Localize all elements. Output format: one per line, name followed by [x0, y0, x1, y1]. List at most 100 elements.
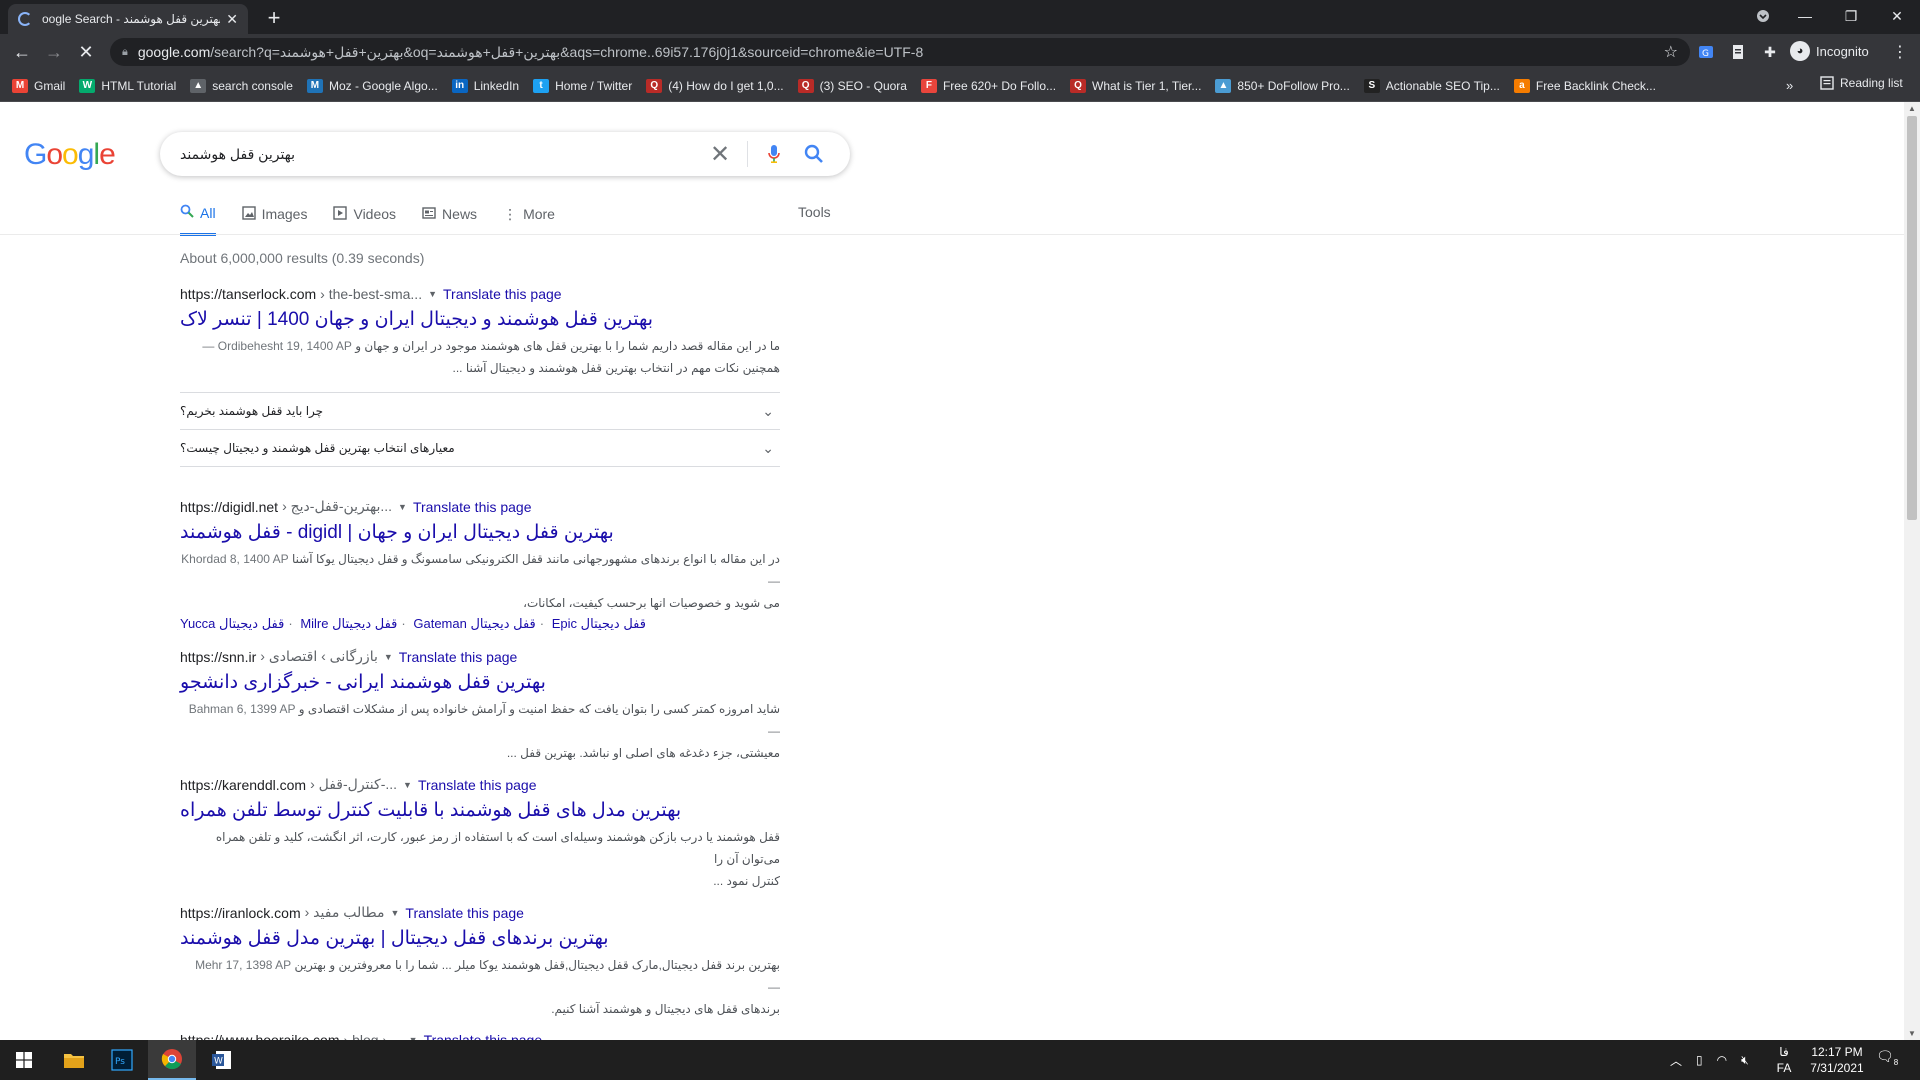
translate-link[interactable]: Translate this page	[405, 905, 524, 921]
result-cite[interactable]: https://tanserlock.com › the-best-sma...…	[180, 286, 780, 302]
tab-close-icon[interactable]: ✕	[226, 11, 238, 28]
bookmark-item[interactable]: Q (3) SEO - Quora	[797, 78, 907, 93]
wifi-icon[interactable]: ◠	[1717, 1053, 1727, 1067]
browser-tab[interactable]: oogle Search - بهترین قفل هوشمند ✕	[8, 4, 248, 34]
notifications-icon[interactable]: 🗨︎8	[1876, 1048, 1898, 1067]
translate-link[interactable]: Translate this page	[399, 649, 518, 665]
translate-link[interactable]: Translate this page	[418, 777, 537, 793]
translate-link[interactable]: Translate this page	[424, 1032, 543, 1040]
result-cite[interactable]: https://karenddl.com › کنترل-قفل-... ▼ T…	[180, 776, 780, 793]
stop-icon[interactable]: ✕	[74, 40, 98, 64]
bookmark-item[interactable]: W HTML Tutorial	[79, 78, 176, 93]
chrome-taskbar-icon[interactable]	[148, 1040, 196, 1080]
bookmark-label: Free Backlink Check...	[1535, 78, 1656, 93]
result-menu-icon[interactable]: ▼	[390, 908, 399, 918]
clear-search-icon[interactable]: ✕	[705, 140, 735, 169]
restore-icon[interactable]: ❐	[1828, 0, 1874, 32]
google-logo[interactable]: Google	[24, 138, 116, 172]
tab-news[interactable]: News	[422, 204, 477, 236]
bookmark-favicon-icon: Q	[646, 78, 663, 93]
bookmark-item[interactable]: a Free Backlink Check...	[1513, 78, 1656, 93]
language-label-bottom: FA	[1776, 1061, 1792, 1075]
bookmark-item[interactable]: ▲ 850+ DoFollow Pro...	[1215, 78, 1350, 93]
result-cite[interactable]: https://snn.ir › بازرگانی › اقتصادی ▼ Tr…	[180, 648, 780, 665]
lock-icon[interactable]: 🔒︎	[122, 46, 128, 59]
reading-list-button[interactable]: Reading list	[1820, 76, 1903, 90]
result-snippet: قفل هوشمند یا درب بازکن هوشمند وسیله‌ای …	[180, 826, 780, 892]
scroll-down-icon[interactable]: ▼	[1908, 1029, 1916, 1038]
bookmark-item[interactable]: t Home / Twitter	[533, 78, 632, 93]
page-scrollbar[interactable]: ▲ ▼	[1904, 102, 1920, 1040]
bookmark-label: Actionable SEO Tip...	[1385, 78, 1500, 93]
windows-start-icon[interactable]	[0, 1040, 48, 1080]
bookmark-item[interactable]: S Actionable SEO Tip...	[1363, 78, 1500, 93]
tray-overflow-icon[interactable]: ︿	[1670, 1052, 1682, 1069]
tab-all[interactable]: All	[180, 204, 216, 236]
result-title[interactable]: بهترین قفل هوشمند و دیجیتال ایران و جهان…	[180, 308, 780, 331]
bookmarks-overflow-icon[interactable]: »	[1786, 78, 1793, 93]
result-title[interactable]: بهترین قفل هوشمند ایرانی - خبرگزاری دانش…	[180, 671, 780, 694]
volume-muted-icon[interactable]: 🔇︎	[1741, 1053, 1749, 1068]
result-title[interactable]: بهترین مدل های قفل هوشمند با قابلیت کنتر…	[180, 799, 780, 822]
search-box[interactable]: بهترین قفل هوشمند ✕	[160, 132, 850, 176]
bookmark-star-icon[interactable]: ☆	[1664, 42, 1678, 62]
search-input[interactable]: بهترین قفل هوشمند	[180, 146, 705, 163]
result-title[interactable]: بهترین قفل دیجیتال ایران و جهان | digidl…	[180, 521, 780, 544]
tab-more[interactable]: ⋮ More	[503, 204, 555, 236]
close-window-icon[interactable]: ✕	[1874, 0, 1920, 32]
profile-menu-icon[interactable]	[1740, 0, 1786, 32]
search-submit-icon[interactable]	[798, 144, 830, 164]
sitelink[interactable]: Milre قفل دیجیتال	[300, 616, 397, 631]
bookmark-item[interactable]: ▲ search console	[190, 78, 293, 93]
result-menu-icon[interactable]: ▼	[398, 502, 407, 512]
microphone-icon[interactable]	[760, 144, 788, 164]
bookmark-item[interactable]: M Gmail	[12, 78, 65, 93]
battery-icon[interactable]: ▯	[1696, 1053, 1703, 1067]
address-bar[interactable]: 🔒︎ google.com/search?q=بهترین+قفل+هوشمند…	[110, 38, 1690, 66]
faq-item[interactable]: معیارهای انتخاب بهترین قفل هوشمند و دیجی…	[180, 429, 780, 467]
sitelink[interactable]: Epic قفل دیجیتال	[552, 616, 646, 631]
tab-videos[interactable]: Videos	[333, 204, 396, 236]
bookmark-item[interactable]: in LinkedIn	[451, 78, 519, 93]
result-site: https://snn.ir	[180, 648, 257, 665]
taskbar-clock[interactable]: 12:17 PM 7/31/2021	[1800, 1044, 1874, 1076]
result-cite[interactable]: https://iranlock.com › مطالب مفید ▼ Tran…	[180, 904, 780, 921]
sitelink[interactable]: Gateman قفل دیجیتال	[413, 616, 535, 631]
scrollbar-thumb[interactable]	[1907, 116, 1917, 520]
dots-icon: ⋮	[503, 205, 518, 222]
new-tab-icon[interactable]: +	[260, 5, 288, 31]
bookmark-item[interactable]: M Moz - Google Algo...	[306, 78, 438, 93]
photoshop-icon[interactable]: Ps	[98, 1040, 146, 1080]
snippet-line: معیشتی، جزء دغدغه های اصلی او نباشد. بهت…	[506, 746, 780, 760]
translate-extension-icon[interactable]: G	[1696, 42, 1716, 62]
word-icon[interactable]: W	[198, 1040, 246, 1080]
incognito-indicator[interactable]: ◕ Incognito	[1790, 41, 1869, 61]
snippet-line: شاید امروزه کمتر کسی را بتوان یافت که حف…	[298, 702, 780, 716]
faq-item[interactable]: چرا باید قفل هوشمند بخریم؟ ⌄	[180, 392, 780, 429]
result-cite[interactable]: https://digidl.net › بهترین-قفل-دیج... ▼…	[180, 498, 780, 515]
forward-icon[interactable]: →	[42, 40, 66, 64]
bookmark-item[interactable]: F Free 620+ Do Follo...	[920, 78, 1056, 93]
tab-images[interactable]: Images	[241, 204, 307, 236]
result-cite[interactable]: https://www.hooraiko.com › blog › ... ▼ …	[180, 1032, 780, 1040]
search-result: https://tanserlock.com › the-best-sma...…	[180, 286, 780, 379]
back-icon[interactable]: ←	[10, 40, 34, 64]
translate-link[interactable]: Translate this page	[443, 286, 562, 302]
translate-link[interactable]: Translate this page	[413, 499, 532, 515]
input-language[interactable]: فا FA	[1770, 1044, 1798, 1076]
file-explorer-icon[interactable]	[50, 1040, 98, 1080]
minimize-icon[interactable]: —	[1782, 0, 1828, 32]
tab-label: More	[523, 206, 555, 222]
sitelink[interactable]: Yucca قفل دیجیتال	[180, 616, 284, 631]
bookmark-item[interactable]: Q What is Tier 1, Tier...	[1070, 78, 1201, 93]
bookmark-item[interactable]: Q (4) How do I get 1,0...	[646, 78, 784, 93]
tools-button[interactable]: Tools	[798, 204, 831, 220]
result-title[interactable]: بهترین برندهای قفل دیجیتال | بهترین مدل …	[180, 927, 780, 950]
result-menu-icon[interactable]: ▼	[428, 289, 437, 299]
scroll-up-icon[interactable]: ▲	[1908, 104, 1916, 113]
document-extension-icon[interactable]	[1728, 42, 1748, 62]
result-menu-icon[interactable]: ▼	[384, 652, 393, 662]
browser-menu-icon[interactable]: ⋮	[1892, 42, 1908, 62]
extensions-puzzle-icon[interactable]: ✚	[1760, 42, 1780, 62]
result-menu-icon[interactable]: ▼	[403, 780, 412, 790]
